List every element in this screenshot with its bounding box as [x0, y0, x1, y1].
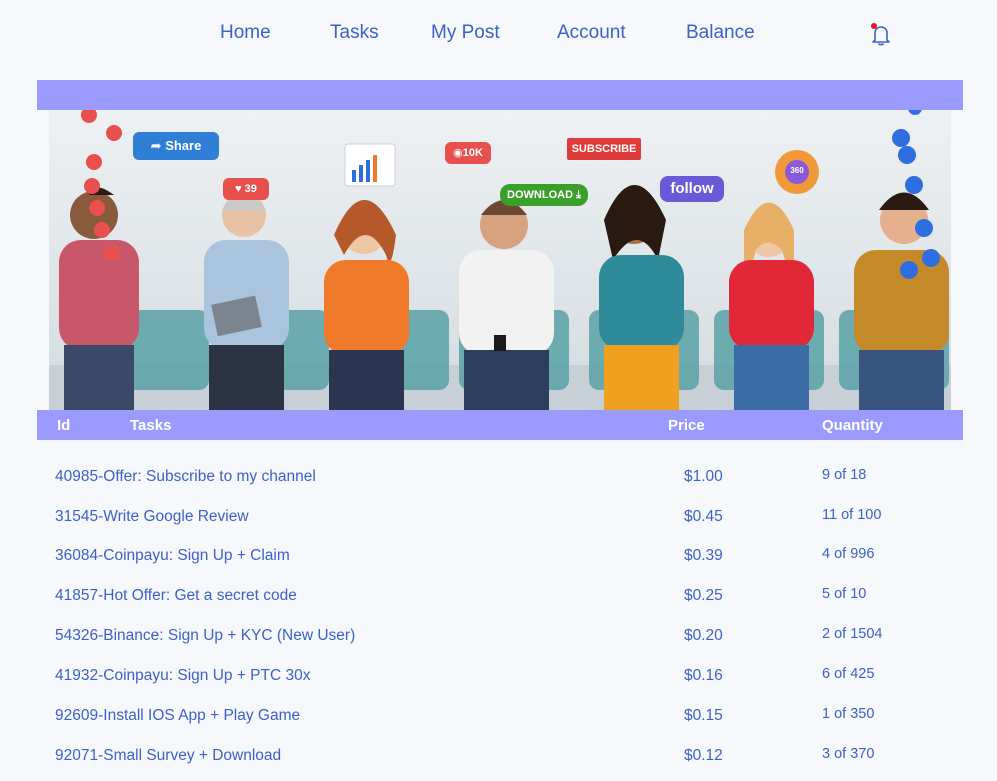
table-row[interactable]: 41932-Coinpayu: Sign Up + PTC 30x $0.16 … [37, 657, 963, 697]
header-quantity: Quantity [822, 417, 883, 434]
views-count: 10K [462, 147, 483, 159]
nav-tasks[interactable]: Tasks [330, 22, 379, 44]
nav-balance[interactable]: Balance [686, 22, 755, 44]
task-quantity: 3 of 370 [822, 746, 875, 762]
table-row[interactable]: 36084-Coinpayu: Sign Up + Claim $0.39 4 … [37, 537, 963, 577]
header-price: Price [668, 417, 705, 434]
table-row[interactable]: 92609-Install IOS App + Play Game $0.15 … [37, 697, 963, 737]
task-quantity: 2 of 1504 [822, 626, 883, 642]
table-row[interactable]: 31545-Write Google Review $0.45 11 of 10… [37, 498, 963, 538]
table-header: Id Tasks Price Quantity [37, 410, 963, 440]
task-price: $0.15 [684, 707, 723, 724]
badge-360: 360 [790, 166, 804, 175]
task-quantity: 11 of 100 [822, 507, 882, 523]
nav-account[interactable]: Account [557, 22, 626, 44]
banner-image: ➦ Share ♥ 39 ◉10K SUBSCRIBE DOWNLOAD ⤓ f… [49, 110, 951, 410]
follow-badge: follow [660, 176, 724, 202]
task-link[interactable]: 92071-Small Survey + Download [55, 747, 281, 765]
task-price: $0.16 [684, 667, 723, 684]
download-label: DOWNLOAD [507, 189, 574, 201]
task-link[interactable]: 92609-Install IOS App + Play Game [55, 707, 300, 725]
task-price: $0.20 [684, 627, 723, 644]
notification-dot [871, 23, 877, 29]
task-link[interactable]: 40985-Offer: Subscribe to my channel [55, 468, 316, 486]
task-link[interactable]: 54326-Binance: Sign Up + KYC (New User) [55, 627, 355, 645]
task-link[interactable]: 31545-Write Google Review [55, 508, 249, 526]
task-quantity: 5 of 10 [822, 586, 867, 602]
header-tasks: Tasks [130, 417, 172, 434]
table-row[interactable]: 92071-Small Survey + Download $0.12 3 of… [37, 737, 963, 777]
share-icon: ➦ Share [133, 132, 219, 160]
views-badge: ◉10K [445, 142, 491, 164]
table-row[interactable]: 54326-Binance: Sign Up + KYC (New User) … [37, 617, 963, 657]
share-label: Share [165, 138, 202, 153]
header-id: Id [57, 417, 71, 434]
task-quantity: 9 of 18 [822, 467, 867, 483]
like-count-badge: ♥ 39 [223, 178, 269, 200]
like-count: 39 [244, 183, 257, 195]
task-link[interactable]: 41932-Coinpayu: Sign Up + PTC 30x [55, 667, 310, 685]
table-row[interactable]: 41857-Hot Offer: Get a secret code $0.25… [37, 577, 963, 617]
task-quantity: 1 of 350 [822, 706, 875, 722]
task-price: $0.25 [684, 587, 723, 604]
task-price: $1.00 [684, 468, 723, 485]
task-price: $0.39 [684, 547, 723, 564]
task-quantity: 6 of 425 [822, 666, 875, 682]
top-nav: Home Tasks My Post Account Balance [0, 0, 997, 70]
download-badge: DOWNLOAD ⤓ [500, 184, 588, 206]
task-quantity: 4 of 996 [822, 546, 875, 562]
task-price: $0.12 [684, 747, 723, 764]
nav-home[interactable]: Home [220, 22, 271, 44]
task-link[interactable]: 36084-Coinpayu: Sign Up + Claim [55, 547, 290, 565]
table-row[interactable]: 40985-Offer: Subscribe to my channel $1.… [37, 458, 963, 498]
nav-my-post[interactable]: My Post [431, 22, 500, 44]
task-link[interactable]: 41857-Hot Offer: Get a secret code [55, 587, 297, 605]
header-bar [37, 80, 963, 110]
notification-bell-icon[interactable] [868, 22, 894, 48]
task-price: $0.45 [684, 508, 723, 525]
subscribe-badge: SUBSCRIBE [567, 138, 641, 160]
